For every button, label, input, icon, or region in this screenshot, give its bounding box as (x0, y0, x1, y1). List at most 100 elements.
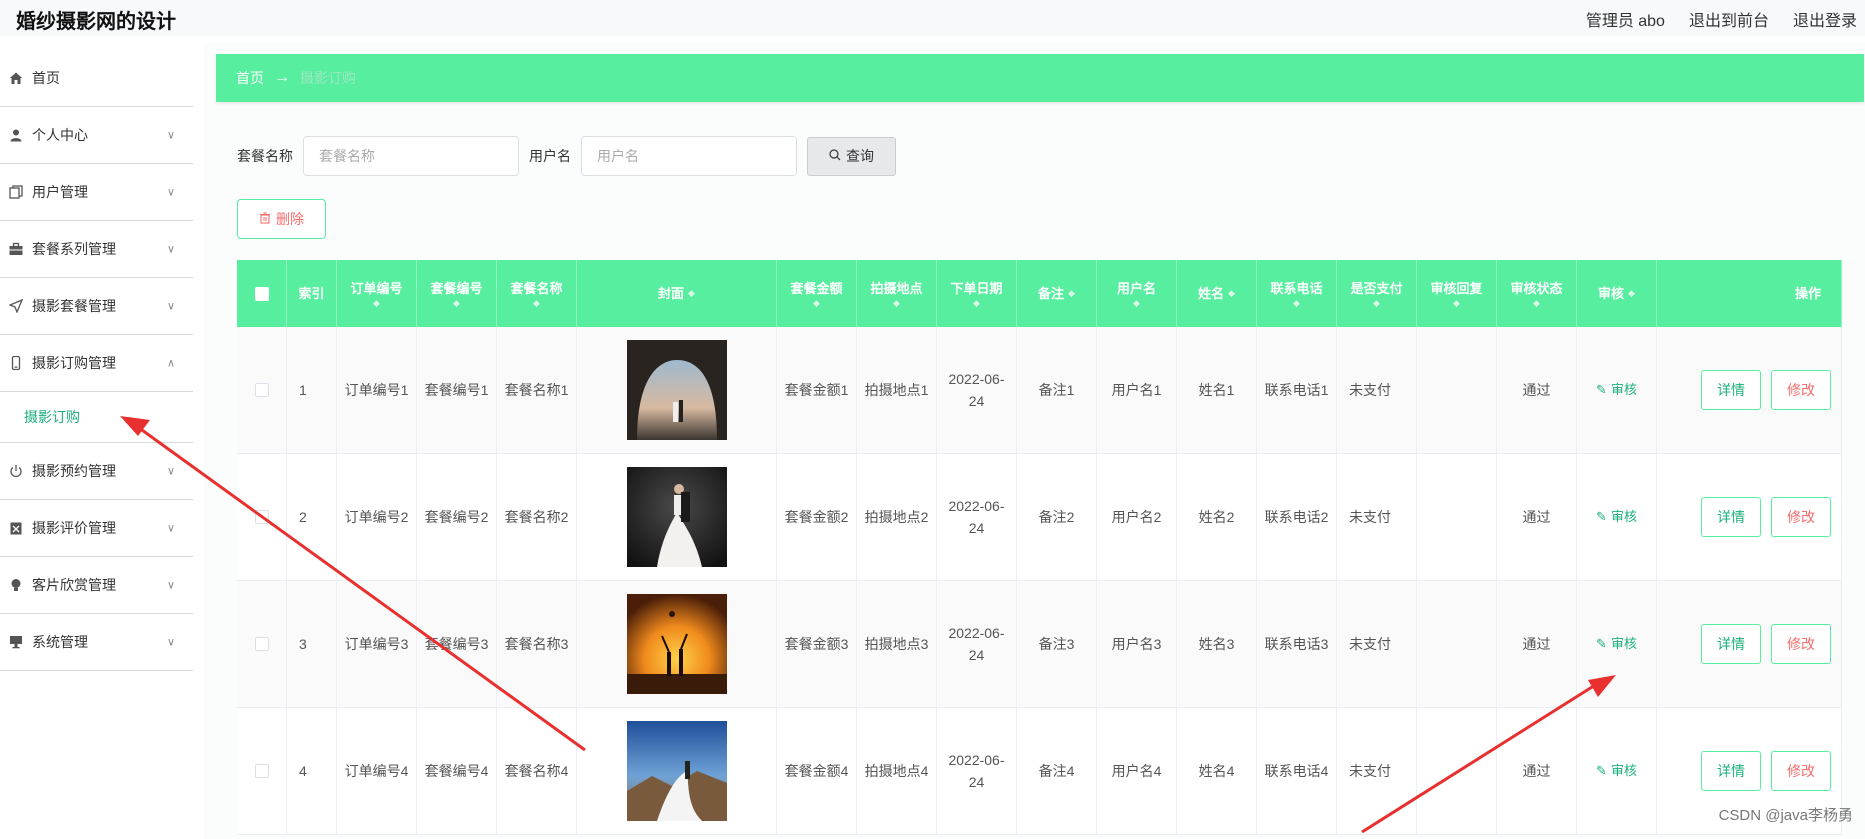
row-checkbox[interactable] (237, 581, 287, 707)
cell-phone: 联系电话4 (1257, 708, 1337, 834)
cell-name: 姓名4 (1177, 708, 1257, 834)
delete-button[interactable]: 删除 (237, 199, 326, 239)
cell-name: 姓名1 (1177, 327, 1257, 453)
cover-image[interactable] (626, 721, 727, 821)
header-note[interactable]: 备注 ◆ (1017, 260, 1097, 327)
header-label: 审核状态 (1510, 281, 1563, 297)
cell-status: 通过 (1497, 581, 1577, 707)
row-checkbox[interactable] (237, 454, 287, 580)
sort-icon: ◆ (688, 288, 695, 298)
sidebar: 首页 个人中心 ∨ 用户管理 ∨ 套餐系列管理 ∨ 摄影套餐管理 ∨ 摄影订购管… (0, 50, 193, 839)
header-reply[interactable]: 审核回复 ◆ (1417, 260, 1497, 327)
cover-image[interactable] (626, 340, 727, 440)
sidebar-item-gallery[interactable]: 客片欣赏管理 ∨ (0, 557, 193, 614)
select-all-checkbox[interactable] (237, 260, 287, 327)
sort-icon: ◆ (1373, 297, 1380, 308)
sidebar-item-order-management[interactable]: 摄影订购管理 ∧ (0, 335, 193, 392)
cell-amount: 套餐金额2 (777, 454, 857, 580)
cover-image[interactable] (626, 467, 727, 567)
monitor-icon (8, 634, 24, 650)
edit-button[interactable]: 修改 (1771, 624, 1831, 664)
cell-cover (577, 454, 777, 580)
detail-button[interactable]: 详情 (1701, 370, 1761, 410)
header-paid[interactable]: 是否支付 ◆ (1337, 260, 1417, 327)
sidebar-item-label: 摄影评价管理 (32, 520, 116, 536)
cell-date: 2022-06-24 (937, 581, 1017, 707)
cell-reply (1417, 708, 1497, 834)
audit-link[interactable]: ✎ 审核 (1596, 507, 1637, 528)
sort-icon: ◆ (373, 297, 380, 308)
header-phone[interactable]: 联系电话 ◆ (1257, 260, 1337, 327)
sidebar-item-system[interactable]: 系统管理 ∨ (0, 614, 193, 671)
audit-link[interactable]: ✎ 审核 (1596, 380, 1637, 401)
top-links: 管理员 abo 退出到前台 退出登录 (1586, 7, 1857, 31)
detail-button[interactable]: 详情 (1701, 751, 1761, 791)
chevron-down-icon: ∨ (166, 129, 175, 142)
cell-username: 用户名3 (1097, 581, 1177, 707)
sidebar-item-home[interactable]: 首页 (0, 50, 193, 107)
send-icon (8, 298, 24, 314)
header-order-date[interactable]: 下单日期 ◆ (937, 260, 1017, 327)
detail-button[interactable]: 详情 (1701, 497, 1761, 537)
audit-link[interactable]: ✎ 审核 (1596, 634, 1637, 655)
sort-icon: ◆ (1293, 297, 1300, 308)
sidebar-item-personal[interactable]: 个人中心 ∨ (0, 107, 193, 164)
header-username[interactable]: 用户名 ◆ (1097, 260, 1177, 327)
edit-button[interactable]: 修改 (1771, 370, 1831, 410)
copy-icon (8, 184, 24, 200)
username-input[interactable]: 用户名 (581, 136, 797, 176)
sidebar-item-label: 客片欣赏管理 (32, 577, 116, 593)
cell-amount: 套餐金额3 (777, 581, 857, 707)
edit-icon: ✎ (1596, 508, 1607, 524)
header-name[interactable]: 姓名 ◆ (1177, 260, 1257, 327)
cell-reply (1417, 454, 1497, 580)
audit-link[interactable]: ✎ 审核 (1596, 761, 1637, 782)
table-header: 索引 订单编号 ◆ 套餐编号 ◆ 套餐名称 ◆ 封面 ◆ 套餐金额 ◆ 拍摄地点 ◆ 下单日… (237, 260, 1842, 327)
header-package-name[interactable]: 套餐名称 ◆ (497, 260, 577, 327)
header-order-no[interactable]: 订单编号 ◆ (337, 260, 417, 327)
breadcrumb-home[interactable]: 首页 (236, 68, 264, 88)
header-audit[interactable]: 审核 ◆ (1577, 260, 1657, 327)
sidebar-item-review[interactable]: 摄影评价管理 ∨ (0, 500, 193, 557)
package-name-label: 套餐名称 (237, 148, 293, 164)
admin-label[interactable]: 管理员 abo (1586, 7, 1665, 31)
row-checkbox[interactable] (237, 327, 287, 453)
cell-audit: ✎ 审核 (1577, 708, 1657, 834)
sidebar-subitem-photo-order[interactable]: 摄影订购 (0, 392, 193, 443)
edit-button[interactable]: 修改 (1771, 751, 1831, 791)
cell-note: 备注4 (1017, 708, 1097, 834)
breadcrumb: 首页 → 摄影订购 (216, 54, 1864, 102)
header-status[interactable]: 审核状态 ◆ (1497, 260, 1577, 327)
cover-image[interactable] (626, 594, 727, 694)
cell-paid: 未支付 (1337, 708, 1417, 834)
detail-button[interactable]: 详情 (1701, 624, 1761, 664)
header-place[interactable]: 拍摄地点 ◆ (857, 260, 937, 327)
to-front-link[interactable]: 退出到前台 (1689, 7, 1769, 31)
sidebar-item-users[interactable]: 用户管理 ∨ (0, 164, 193, 221)
sort-icon: ◆ (813, 297, 820, 308)
cell-place: 拍摄地点4 (857, 708, 937, 834)
header-amount[interactable]: 套餐金额 ◆ (777, 260, 857, 327)
cell-cover (577, 581, 777, 707)
sidebar-item-reservation[interactable]: 摄影预约管理 ∨ (0, 443, 193, 500)
watermark: CSDN @java李杨勇 (1718, 807, 1853, 824)
cell-audit: ✎ 审核 (1577, 581, 1657, 707)
cell-index: 1 (287, 327, 337, 453)
cell-order-no: 订单编号3 (337, 581, 417, 707)
cell-status: 通过 (1497, 327, 1577, 453)
logout-link[interactable]: 退出登录 (1793, 7, 1857, 31)
header-cover[interactable]: 封面 ◆ (577, 260, 777, 327)
sidebar-item-photo-package[interactable]: 摄影套餐管理 ∨ (0, 278, 193, 335)
header-index: 索引 (287, 260, 337, 327)
edit-button[interactable]: 修改 (1771, 497, 1831, 537)
sidebar-item-package-series[interactable]: 套餐系列管理 ∨ (0, 221, 193, 278)
header-package-no[interactable]: 套餐编号 ◆ (417, 260, 497, 327)
search-button[interactable]: 查询 (807, 136, 896, 176)
row-checkbox[interactable] (237, 708, 287, 834)
package-name-input[interactable]: 套餐名称 (303, 136, 519, 176)
cell-index: 3 (287, 581, 337, 707)
cell-phone: 联系电话2 (1257, 454, 1337, 580)
cell-package-no: 套餐编号4 (417, 708, 497, 834)
sidebar-item-label: 首页 (32, 70, 60, 86)
user-icon (8, 127, 24, 143)
